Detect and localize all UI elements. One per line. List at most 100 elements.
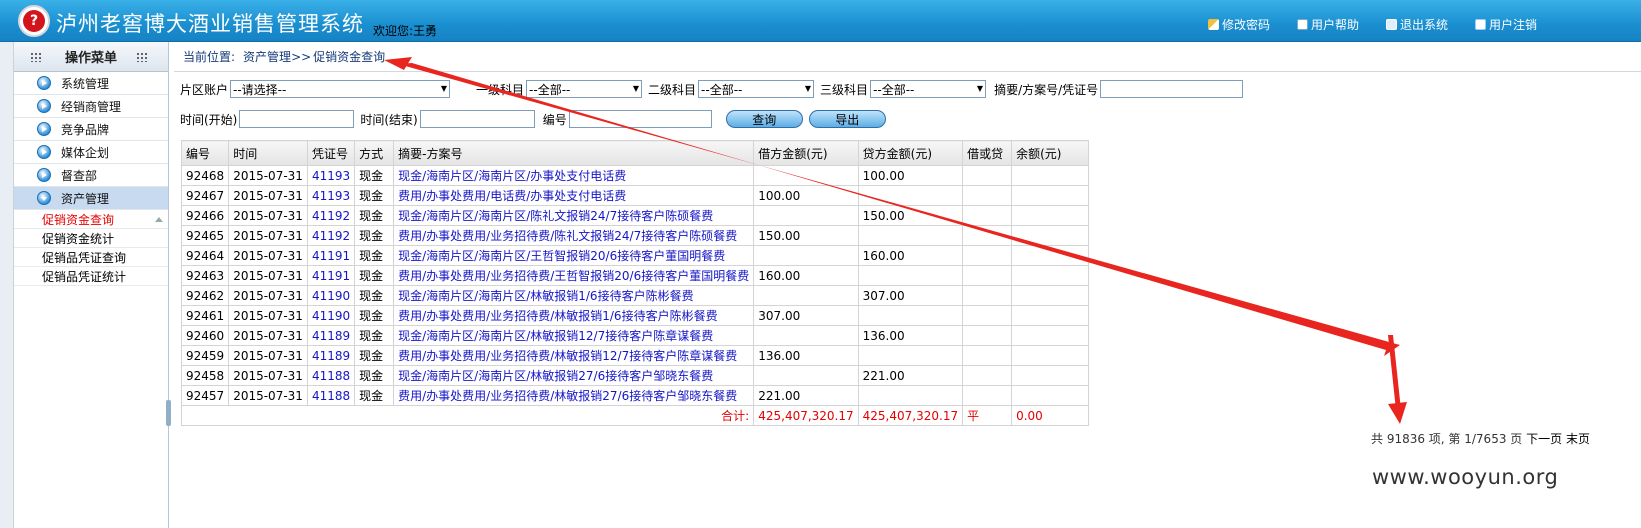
row-dc-cell (962, 205, 1013, 226)
row-method-cell: 现金 (354, 385, 395, 406)
time-start-label: 时间(开始) (180, 112, 238, 127)
row-summary-link[interactable]: 现金/海南片区/海南片区/陈礼文报销24/7接待客户陈硕餐费 (393, 205, 755, 226)
row-dc-cell (962, 185, 1013, 206)
row-summary-link[interactable]: 费用/办事处费用/电话费/办事处支付电话费 (393, 185, 755, 206)
row-summary-link[interactable]: 现金/海南片区/海南片区/林敏报销12/7接待客户陈章谋餐费 (393, 325, 755, 346)
row-date-cell: 2015-07-31 (228, 245, 308, 266)
level2-subject-label: 二级科目 (648, 82, 697, 97)
row-dc-cell (962, 165, 1013, 186)
table-row: 92466 2015-07-31 41192 现金 现金/海南片区/海南片区/陈礼文报销… (180, 205, 1090, 226)
table-row: 92458 2015-07-31 41188 现金 现金/海南片区/海南片区/林敏报销2… (180, 365, 1090, 386)
row-summary-link[interactable]: 费用/办事处费用/业务招待费/林敏报销12/7接待客户陈章谋餐费 (393, 345, 755, 366)
row-summary-link[interactable]: 现金/海南片区/海南片区/林敏报销27/6接待客户邹晓东餐费 (393, 365, 755, 386)
row-voucher-link[interactable]: 41188 (306, 365, 356, 386)
level3-subject-select[interactable]: --全部-- (870, 80, 987, 98)
exit-system-label: 退出系统 (1400, 18, 1449, 32)
row-voucher-link[interactable]: 41193 (306, 165, 356, 186)
expand-arrow-icon (37, 122, 51, 136)
sidebar-item-competitors[interactable]: 竞争品牌 (14, 118, 168, 141)
submenu-item-promo-fund-stats[interactable]: 促销资金统计 (14, 229, 168, 248)
time-start-input[interactable] (239, 110, 355, 128)
submenu-item-promo-voucher-query[interactable]: 促销品凭证查询 (14, 248, 168, 267)
row-method-cell: 现金 (354, 205, 395, 226)
level3-subject-label: 三级科目 (820, 82, 869, 97)
row-voucher-link[interactable]: 41191 (306, 245, 356, 266)
row-voucher-link[interactable]: 41189 (306, 325, 356, 346)
table-row: 92465 2015-07-31 41192 现金 费用/办事处费用/业务招待费/陈礼文… (180, 225, 1090, 246)
row-debit-cell (753, 205, 859, 226)
row-date-cell: 2015-07-31 (228, 385, 308, 406)
row-id-cell: 92465 (180, 225, 230, 246)
column-header: 凭证号 (306, 140, 356, 166)
column-header: 摘要-方案号 (393, 140, 755, 166)
row-debit-cell (753, 365, 859, 386)
summary-search-label: 摘要/方案号/凭证号 (994, 82, 1099, 97)
sidebar-item-system[interactable]: 系统管理 (14, 72, 168, 95)
table-row: 92463 2015-07-31 41191 现金 费用/办事处费用/业务招待费/王哲智… (180, 265, 1090, 286)
row-summary-link[interactable]: 现金/海南片区/海南片区/办事处支付电话费 (393, 165, 755, 186)
logout-link[interactable]: 用户注销 (1475, 16, 1537, 33)
sidebar-splitter-handle[interactable] (166, 400, 171, 426)
row-date-cell: 2015-07-31 (228, 345, 308, 366)
row-voucher-link[interactable]: 41189 (306, 345, 356, 366)
brand-logo: ? (18, 5, 50, 37)
sidebar-item-media[interactable]: 媒体企划 (14, 141, 168, 164)
row-voucher-link[interactable]: 41193 (306, 185, 356, 206)
total-dc: 平 (962, 405, 1013, 426)
change-password-link[interactable]: 修改密码 (1208, 16, 1270, 33)
row-voucher-link[interactable]: 41191 (306, 265, 356, 286)
exit-system-link[interactable]: 退出系统 (1386, 16, 1448, 33)
row-voucher-link[interactable]: 41192 (306, 205, 356, 226)
row-dc-cell (962, 325, 1013, 346)
sidebar-item-dealers[interactable]: 经销商管理 (14, 95, 168, 118)
row-debit-cell (753, 285, 859, 306)
scroll-up-icon[interactable] (155, 217, 163, 222)
row-summary-link[interactable]: 费用/办事处费用/业务招待费/林敏报销1/6接待客户陈彬餐费 (393, 305, 755, 326)
level2-subject-select[interactable]: --全部-- (698, 80, 815, 98)
export-button[interactable]: 导出 (808, 110, 886, 128)
number-input[interactable] (568, 110, 712, 128)
sidebar-item-assets[interactable]: 资产管理 (14, 187, 168, 210)
row-id-cell: 92464 (180, 245, 230, 266)
row-voucher-link[interactable]: 41190 (306, 305, 356, 326)
row-debit-cell: 160.00 (753, 265, 859, 286)
main-content: 当前位置: 资产管理 >> 促销资金查询 片区账户 --请选择-- 一级科目 -… (174, 42, 1641, 528)
row-summary-link[interactable]: 费用/办事处费用/业务招待费/林敏报销27/6接待客户邹晓东餐费 (393, 385, 755, 406)
row-summary-link[interactable]: 费用/办事处费用/业务招待费/王哲智报销20/6接待客户董国明餐费 (393, 265, 755, 286)
row-voucher-link[interactable]: 41190 (306, 285, 356, 306)
last-page-link[interactable]: 末页 (1566, 432, 1590, 446)
expand-arrow-icon (37, 76, 51, 90)
area-account-select[interactable]: --请选择-- (230, 80, 451, 98)
row-summary-link[interactable]: 现金/海南片区/海南片区/林敏报销1/6接待客户陈彬餐费 (393, 285, 755, 306)
row-debit-cell: 150.00 (753, 225, 859, 246)
row-summary-link[interactable]: 现金/海南片区/海南片区/王哲智报销20/6接待客户董国明餐费 (393, 245, 755, 266)
column-header: 编号 (180, 140, 230, 166)
query-button[interactable]: 查询 (725, 110, 803, 128)
row-id-cell: 92460 (180, 325, 230, 346)
row-balance-cell (1011, 305, 1090, 326)
row-debit-cell: 136.00 (753, 345, 859, 366)
next-page-link[interactable]: 下一页 (1526, 432, 1562, 446)
row-voucher-link[interactable]: 41192 (306, 225, 356, 246)
time-end-input[interactable] (419, 110, 535, 128)
logout-label: 用户注销 (1489, 18, 1538, 32)
watermark: www.wooyun.org (1372, 465, 1559, 489)
column-header: 余额(元) (1011, 140, 1090, 166)
table-row: 92462 2015-07-31 41190 现金 现金/海南片区/海南片区/林敏报销1… (180, 285, 1090, 306)
sidebar-item-inspection[interactable]: 督查部 (14, 164, 168, 187)
level1-subject-select[interactable]: --全部-- (526, 80, 643, 98)
sidebar-item-label: 系统管理 (61, 76, 110, 91)
row-voucher-link[interactable]: 41188 (306, 385, 356, 406)
summary-search-input[interactable] (1100, 80, 1244, 98)
row-dc-cell (962, 285, 1013, 306)
table-row: 92459 2015-07-31 41189 现金 费用/办事处费用/业务招待费/林敏报… (180, 345, 1090, 366)
user-help-link[interactable]: 用户帮助 (1297, 16, 1359, 33)
row-date-cell: 2015-07-31 (228, 165, 308, 186)
column-header: 时间 (228, 140, 308, 166)
row-summary-link[interactable]: 费用/办事处费用/业务招待费/陈礼文报销24/7接待客户陈硕餐费 (393, 225, 755, 246)
submenu-item-promo-fund-query[interactable]: 促销资金查询 (14, 210, 168, 229)
submenu-item-promo-voucher-stats[interactable]: 促销品凭证统计 (14, 267, 168, 286)
row-id-cell: 92467 (180, 185, 230, 206)
row-credit-cell: 221.00 (857, 365, 964, 386)
expand-arrow-icon (37, 168, 51, 182)
